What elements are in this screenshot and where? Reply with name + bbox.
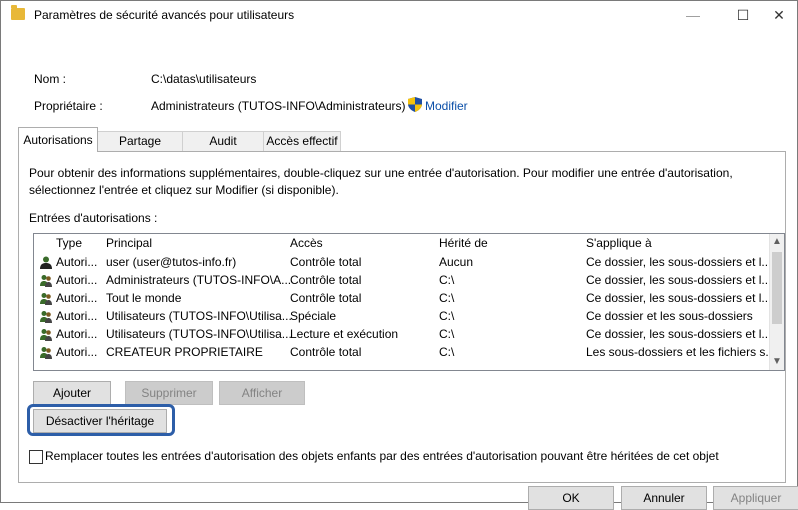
cell-inherited: C:\ <box>439 273 455 287</box>
cell-inherited: C:\ <box>439 345 455 359</box>
permission-entries-list[interactable]: Type Principal Accès Hérité de S'appliqu… <box>33 233 785 371</box>
table-row[interactable]: Autori... CREATEUR PROPRIETAIRE Contrôle… <box>34 344 775 362</box>
title-bar[interactable]: Paramètres de sécurité avancés pour util… <box>1 1 797 29</box>
owner-value: Administrateurs (TUTOS-INFO\Administrate… <box>151 99 406 113</box>
cell-access: Contrôle total <box>290 273 362 287</box>
entries-label: Entrées d'autorisations : <box>29 211 158 225</box>
instructions-line-2: sélectionnez l'entrée et cliquez sur Mod… <box>29 183 339 197</box>
cell-applies: Ce dossier, les sous-dossiers et l... <box>586 291 772 305</box>
column-header-herite-de[interactable]: Hérité de <box>439 236 488 250</box>
security-dialog: Paramètres de sécurité avancés pour util… <box>0 0 798 510</box>
close-button[interactable]: ✕ <box>757 1 798 29</box>
tab-partage[interactable]: Partage <box>97 131 183 151</box>
tab-autorisations[interactable]: Autorisations <box>18 127 98 152</box>
scroll-down-arrow-icon[interactable]: ▼ <box>770 354 784 370</box>
owner-label: Propriétaire : <box>34 99 103 113</box>
cell-type: Autori... <box>56 345 98 359</box>
window-title: Paramètres de sécurité avancés pour util… <box>34 8 295 22</box>
name-value: C:\datas\utilisateurs <box>151 72 257 86</box>
table-row[interactable]: Autori... Tout le monde Contrôle total C… <box>34 290 771 308</box>
cell-inherited: C:\ <box>439 327 455 341</box>
group-icon <box>40 347 52 359</box>
remove-button[interactable]: Supprimer <box>125 381 213 405</box>
cell-access: Contrôle total <box>290 291 362 305</box>
name-label: Nom : <box>34 72 67 86</box>
cell-access: Contrôle total <box>290 345 362 359</box>
minimize-button[interactable]: — <box>671 1 715 29</box>
table-row[interactable]: Autori... Administrateurs (TUTOS-INFO\A.… <box>34 272 771 290</box>
cell-principal: Tout le monde <box>106 291 182 305</box>
cell-inherited: C:\ <box>439 291 455 305</box>
scroll-up-arrow-icon[interactable]: ▲ <box>770 234 784 250</box>
instructions-line-1: Pour obtenir des informations supplément… <box>29 166 733 180</box>
cell-applies: Ce dossier, les sous-dossiers et l... <box>586 327 772 341</box>
group-icon <box>40 275 52 287</box>
cell-inherited: C:\ <box>439 309 455 323</box>
group-icon <box>40 329 52 341</box>
uac-shield-icon <box>408 97 422 112</box>
ok-button[interactable]: OK <box>528 486 614 510</box>
cell-access: Contrôle total <box>290 255 362 269</box>
cell-principal: user (user@tutos-info.fr) <box>106 255 237 269</box>
group-icon <box>40 293 52 305</box>
view-button[interactable]: Afficher <box>219 381 305 405</box>
cell-applies: Ce dossier, les sous-dossiers et l... <box>586 273 772 287</box>
column-header-sapplique[interactable]: S'applique à <box>586 236 652 250</box>
cell-applies: Ce dossier et les sous-dossiers <box>586 309 753 323</box>
cell-applies: Les sous-dossiers et les fichiers s... <box>586 345 776 359</box>
cell-applies: Ce dossier, les sous-dossiers et l... <box>586 255 772 269</box>
table-row[interactable]: Autori... Utilisateurs (TUTOS-INFO\Utili… <box>34 326 771 344</box>
tab-acces-effectif[interactable]: Accès effectif <box>263 131 341 151</box>
cell-access: Spéciale <box>290 309 337 323</box>
table-row[interactable]: Autori... user (user@tutos-info.fr) Cont… <box>34 254 771 272</box>
column-header-principal[interactable]: Principal <box>106 236 152 250</box>
highlight-frame <box>27 404 175 436</box>
cell-type: Autori... <box>56 291 98 305</box>
cell-principal: CREATEUR PROPRIETAIRE <box>106 345 263 359</box>
tab-audit[interactable]: Audit <box>182 131 264 151</box>
cancel-button[interactable]: Annuler <box>621 486 707 510</box>
cell-inherited: Aucun <box>439 255 474 269</box>
cell-principal: Administrateurs (TUTOS-INFO\A... <box>106 273 292 287</box>
cell-principal: Utilisateurs (TUTOS-INFO\Utilisa... <box>106 327 292 341</box>
vertical-scrollbar[interactable]: ▲ ▼ <box>769 234 784 370</box>
table-row[interactable]: Autori... Utilisateurs (TUTOS-INFO\Utili… <box>34 308 767 326</box>
replace-child-permissions-checkbox[interactable] <box>29 450 43 464</box>
replace-child-permissions-label[interactable]: Remplacer toutes les entrées d'autorisat… <box>45 449 719 463</box>
cell-type: Autori... <box>56 309 98 323</box>
folder-icon <box>11 5 25 20</box>
cell-type: Autori... <box>56 273 98 287</box>
column-header-acces[interactable]: Accès <box>290 236 323 250</box>
user-icon <box>40 256 52 269</box>
cell-type: Autori... <box>56 255 98 269</box>
cell-type: Autori... <box>56 327 98 341</box>
apply-button[interactable]: Appliquer <box>713 486 798 510</box>
cell-principal: Utilisateurs (TUTOS-INFO\Utilisa... <box>106 309 292 323</box>
scroll-thumb[interactable] <box>772 252 782 324</box>
column-header-type[interactable]: Type <box>56 236 82 250</box>
add-button[interactable]: Ajouter <box>33 381 111 405</box>
cell-access: Lecture et exécution <box>290 327 399 341</box>
group-icon <box>40 311 52 323</box>
modify-owner-link[interactable]: Modifier <box>425 99 468 113</box>
